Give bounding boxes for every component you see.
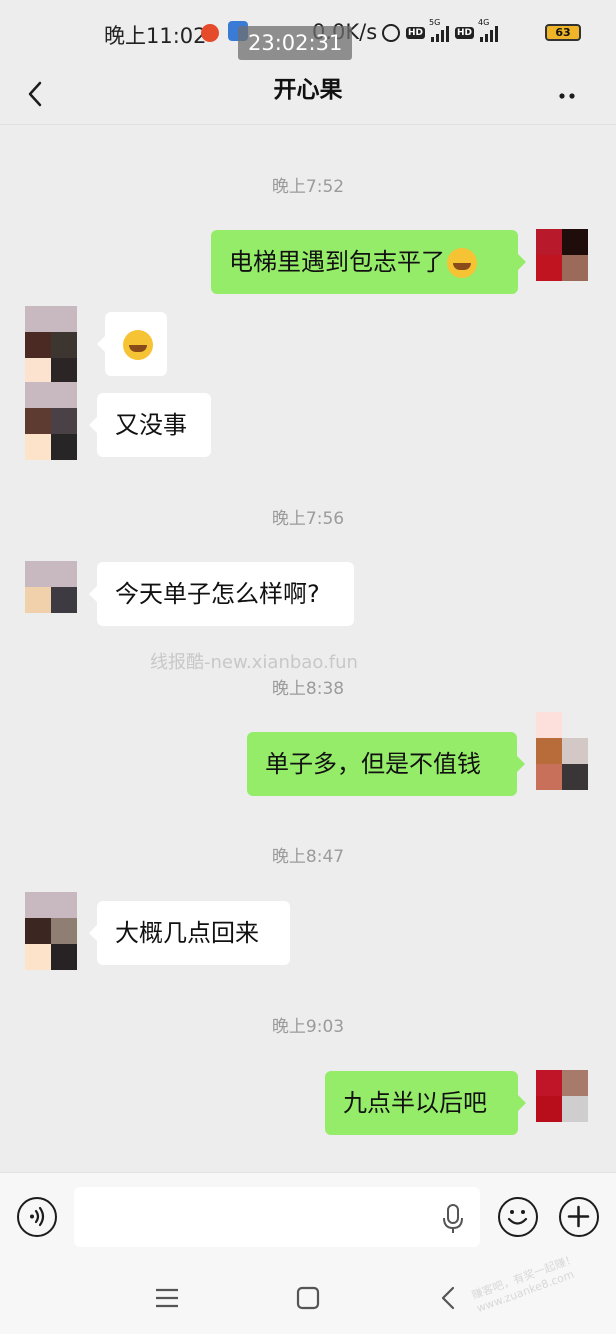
incoming-message[interactable]: 大概几点回来 bbox=[89, 901, 290, 965]
message-input[interactable] bbox=[74, 1187, 480, 1247]
message-timestamp: 晚上7:56 bbox=[271, 509, 345, 529]
signal-5g-icon: 5G bbox=[429, 18, 450, 42]
message-text: 大概几点回来 bbox=[115, 919, 259, 947]
contact-avatar[interactable] bbox=[25, 892, 77, 944]
outgoing-message[interactable]: 电梯里遇到包志平了 bbox=[211, 230, 526, 294]
emoji-icon[interactable] bbox=[498, 1197, 538, 1237]
outgoing-message[interactable]: 单子多，但是不值钱 bbox=[247, 732, 525, 796]
my-avatar[interactable] bbox=[536, 229, 588, 281]
more-icon[interactable] bbox=[550, 76, 586, 112]
incoming-message[interactable]: 又没事 bbox=[89, 393, 211, 457]
plus-icon[interactable] bbox=[559, 1197, 599, 1237]
chat-title: 开心果 bbox=[273, 77, 343, 103]
message-text: 今天单子怎么样啊? bbox=[115, 580, 320, 608]
signal-5g-label: 5G bbox=[429, 18, 441, 27]
my-avatar-part bbox=[536, 712, 588, 738]
screen-clock-overlay: 23:02:31 bbox=[238, 26, 353, 60]
alarm-icon bbox=[382, 24, 400, 42]
microphone-icon[interactable] bbox=[440, 1203, 466, 1235]
hd-icon-2: HD bbox=[455, 27, 475, 39]
contact-avatar-part bbox=[25, 944, 77, 970]
status-time: 晚上11:02 bbox=[104, 24, 207, 48]
message-text: 单子多，但是不值钱 bbox=[265, 750, 481, 778]
chat-header: 开心果 bbox=[0, 66, 616, 125]
voice-icon[interactable] bbox=[17, 1197, 57, 1237]
outgoing-message[interactable]: 九点半以后吧 bbox=[325, 1071, 526, 1135]
facepalm-emoji-icon bbox=[123, 330, 153, 360]
signal-4g-icon: 4G bbox=[478, 18, 499, 42]
my-avatar[interactable] bbox=[536, 738, 588, 790]
contact-avatar-part bbox=[25, 358, 77, 384]
message-input-bar bbox=[0, 1172, 616, 1263]
message-text: 九点半以后吧 bbox=[343, 1089, 487, 1117]
menu-icon[interactable] bbox=[149, 1280, 185, 1316]
message-text: 又没事 bbox=[115, 411, 187, 439]
contact-avatar[interactable] bbox=[25, 306, 77, 358]
message-text: 电梯里遇到包志平了 bbox=[229, 248, 445, 276]
watermark: 线报酷-new.xianbao.fun bbox=[150, 652, 358, 673]
facepalm-emoji-icon bbox=[447, 248, 477, 278]
message-timestamp: 晚上8:38 bbox=[271, 679, 345, 699]
incoming-message[interactable]: 今天单子怎么样啊? bbox=[89, 562, 354, 626]
contact-avatar[interactable] bbox=[25, 382, 77, 434]
home-icon[interactable] bbox=[290, 1280, 326, 1316]
status-bar: 晚上11:02 0.0K/s 23:02:31 HD 5G HD 4G 63 bbox=[0, 0, 616, 66]
message-timestamp: 晚上9:03 bbox=[271, 1017, 345, 1037]
battery-icon: 63 bbox=[545, 24, 581, 41]
hd-icon: HD bbox=[406, 27, 426, 39]
status-icons: HD 5G HD 4G bbox=[382, 18, 499, 46]
my-avatar[interactable] bbox=[536, 1070, 588, 1122]
message-timestamp: 晚上8:47 bbox=[271, 847, 345, 867]
contact-avatar[interactable] bbox=[25, 561, 77, 613]
contact-avatar-part bbox=[25, 434, 77, 460]
app-notification-icon bbox=[201, 24, 219, 42]
nav-back-icon[interactable] bbox=[431, 1280, 467, 1316]
signal-4g-label: 4G bbox=[478, 18, 490, 27]
message-timestamp: 晚上7:52 bbox=[271, 177, 345, 197]
incoming-emoji-message[interactable] bbox=[97, 312, 167, 376]
